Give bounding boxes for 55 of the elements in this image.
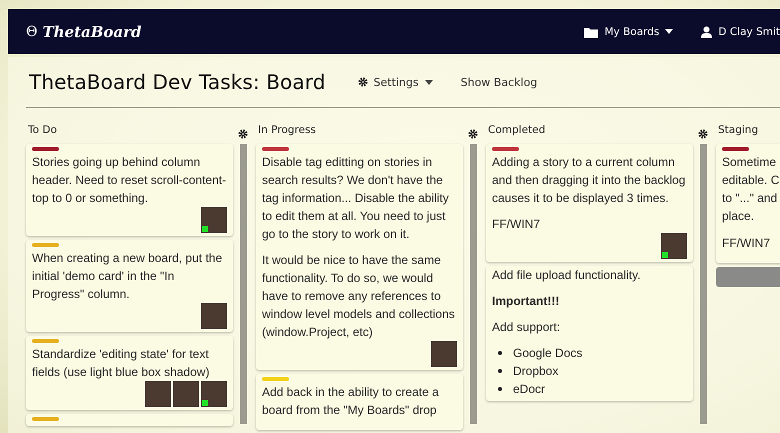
card-text: to "..." and	[722, 190, 778, 207]
list-item: eDocr	[513, 381, 546, 398]
board-title: ThetaBoard Dev Tasks: Board	[29, 70, 326, 94]
online-indicator	[202, 226, 208, 232]
column-title: Staging	[717, 124, 758, 136]
column-title: In Progress	[257, 124, 316, 136]
bullet-icon	[498, 387, 502, 391]
user-menu[interactable]: D Clay Smit	[718, 26, 780, 38]
story-card[interactable]: Adding a story to a current column and then dragging it into the backlog causes it to be displayed 3 times. FF/WIN7	[486, 144, 693, 262]
scrollbar[interactable]	[700, 144, 707, 424]
list-item: Dropbox	[513, 363, 558, 380]
column-title: Completed	[487, 124, 546, 136]
list-item: Google Docs	[513, 345, 582, 362]
card-text: Add back in the ability to create a board from the "My Boards" drop	[262, 384, 440, 419]
settings-icon[interactable]	[468, 129, 478, 139]
card-text: Adding a story to a current column and then dragging it into the backlog causes it to be displayed 3 times.	[492, 154, 686, 207]
online-indicator	[202, 400, 208, 406]
caret-icon	[665, 29, 674, 34]
story-card[interactable]: Standardize 'editing state' for text fields (use light blue box shadow)	[26, 336, 233, 410]
story-card[interactable]: Add back in the ability to create a board from the "My Boards" drop	[256, 374, 463, 430]
brand-logo[interactable]: Θ	[26, 24, 38, 40]
brand-name[interactable]: ThetaBoard	[42, 22, 142, 40]
bullet-icon	[498, 369, 502, 373]
card-text: Sometime	[722, 154, 778, 171]
scrollbar[interactable]	[240, 144, 247, 424]
card-text: Add file upload functionality.	[492, 267, 642, 284]
card-text: FF/WIN7	[492, 216, 541, 233]
scrollbar[interactable]	[470, 144, 477, 424]
story-card[interactable]: Stories going up behind column header. Need to reset scroll-content-top to 0 or something.	[26, 144, 233, 236]
folder-icon	[584, 26, 598, 38]
card-text: When creating a new board, put the initial 'demo card' in the "In Progress" column.	[32, 250, 224, 303]
settings-icon[interactable]	[238, 129, 248, 139]
settings-icon[interactable]	[698, 129, 708, 139]
card-text: place.	[722, 208, 756, 225]
settings-icon	[358, 77, 368, 87]
card-text: editable. C	[722, 172, 780, 189]
bullet-icon	[498, 351, 502, 355]
card-text: Standardize 'editing state' for text fields (use light blue box shadow)	[32, 346, 210, 381]
settings-menu[interactable]: Settings	[374, 76, 419, 88]
card-text: Add support:	[492, 319, 562, 336]
card-text: Disable tag editting on stories in search results? We don't have the tag information... Disable the ability to edit them at all. You need to just go to the story to work on it.	[262, 154, 450, 243]
show-backlog-link[interactable]: Show Backlog	[460, 76, 538, 88]
story-card[interactable]	[256, 144, 463, 370]
card-text: FF/WIN7	[722, 235, 771, 252]
my-boards-menu[interactable]: My Boards	[604, 26, 660, 38]
story-card[interactable]: When creating a new board, put the initial 'demo card' in the "In Progress" column.	[26, 240, 233, 332]
caret-icon	[424, 80, 433, 84]
story-card[interactable]: Sometime editable. C to "..." and place. FF/WIN7	[716, 144, 780, 263]
story-card[interactable]: Add file upload functionality. Important!!! Add support: Google Docs Dropbox eDocr	[486, 266, 693, 401]
online-indicator	[662, 252, 668, 258]
card-text: It would be nice to have the same functionality. To do so, we would have to remove any references to window level models and collections (window.Project, etc)	[262, 252, 456, 341]
card-text: Important!!!	[492, 293, 560, 310]
user-icon	[701, 26, 712, 38]
column-title: To Do	[27, 124, 57, 136]
card-text: Stories going up behind column header. Need to reset scroll-content-top to 0 or something.	[32, 154, 227, 207]
